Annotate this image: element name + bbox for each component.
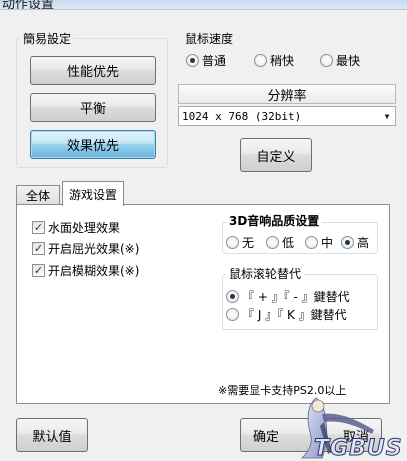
watermark-logo: TGBUS	[288, 392, 406, 461]
custom-button[interactable]: 自定义	[240, 138, 312, 172]
water-effect-label: 水面处理效果	[48, 221, 121, 235]
mouse-speed-fastest-label: 最快	[336, 54, 361, 68]
mouse-speed-faster-radio[interactable]: 稍快	[254, 52, 294, 69]
radio-selected-icon	[226, 290, 239, 303]
quality-priority-button[interactable]: 效果优先	[30, 130, 156, 159]
checkmark-icon: ✓	[32, 221, 45, 234]
audio-high-label: 高	[357, 236, 370, 250]
scroll-plus-minus-radio[interactable]: 『 + 』『 - 』鍵替代	[226, 288, 350, 305]
mouse-speed-normal-radio[interactable]: 普通	[186, 52, 226, 69]
simple-settings-title: 簡易設定	[20, 30, 75, 47]
tab-game-settings[interactable]: 游戏设置	[62, 181, 124, 206]
performance-priority-button[interactable]: 性能优先	[30, 56, 156, 85]
blur-effect-label: 开启模糊效果(※)	[48, 264, 140, 278]
checkmark-icon: ✓	[32, 264, 45, 277]
ok-button-label: 确定	[253, 429, 280, 445]
audio-low-radio[interactable]: 低	[266, 234, 294, 251]
scroll-j-k-radio[interactable]: 『 J 』『 K 』鍵替代	[226, 306, 347, 323]
blur-effect-checkbox[interactable]: ✓ 开启模糊效果(※)	[32, 262, 139, 279]
radio-unselected-icon	[226, 308, 239, 321]
resolution-select[interactable]: 1024 x 768 (32bit) ▼	[178, 106, 396, 126]
audio-mid-radio[interactable]: 中	[305, 234, 333, 251]
mouse-speed-normal-label: 普通	[202, 54, 227, 68]
water-effect-checkbox[interactable]: ✓ 水面处理效果	[32, 219, 120, 236]
watermark-text: TGBUS	[314, 436, 403, 461]
mouse-speed-title: 鼠标速度	[185, 30, 234, 47]
radio-unselected-icon	[320, 54, 333, 67]
audio-high-radio[interactable]: 高	[341, 234, 369, 251]
audio-low-label: 低	[282, 236, 295, 250]
refraction-effect-label: 开启屈光效果(※)	[48, 242, 140, 256]
default-button[interactable]: 默认值	[16, 418, 88, 452]
scroll-wheel-title: 鼠标滚轮替代	[226, 265, 305, 282]
radio-unselected-icon	[254, 54, 267, 67]
window-title: 动作设置	[2, 0, 55, 10]
mouse-speed-faster-label: 稍快	[270, 54, 295, 68]
resolution-title: 分辨率	[267, 88, 307, 104]
radio-unselected-icon	[266, 236, 279, 249]
scroll-plus-minus-label: 『 + 』『 - 』鍵替代	[242, 290, 350, 304]
chevron-down-icon[interactable]: ▼	[379, 107, 395, 125]
radio-selected-icon	[186, 54, 199, 67]
title-bar: 动作设置	[0, 0, 407, 10]
radio-unselected-icon	[226, 236, 239, 249]
radio-unselected-icon	[305, 236, 318, 249]
resolution-header: 分辨率	[178, 84, 396, 104]
balance-button[interactable]: 平衡	[30, 93, 156, 122]
refraction-effect-checkbox[interactable]: ✓ 开启屈光效果(※)	[32, 240, 139, 257]
audio-mid-label: 中	[321, 236, 334, 250]
audio-none-label: 无	[242, 236, 255, 250]
audio-quality-title: 3D音响品质设置	[226, 212, 323, 229]
resolution-value: 1024 x 768 (32bit)	[182, 109, 302, 123]
mouse-speed-fastest-radio[interactable]: 最快	[320, 52, 360, 69]
audio-none-radio[interactable]: 无	[226, 234, 254, 251]
scroll-j-k-label: 『 J 』『 K 』鍵替代	[242, 308, 347, 322]
tab-general[interactable]: 全体	[16, 185, 60, 204]
checkmark-icon: ✓	[32, 242, 45, 255]
radio-selected-icon	[341, 236, 354, 249]
